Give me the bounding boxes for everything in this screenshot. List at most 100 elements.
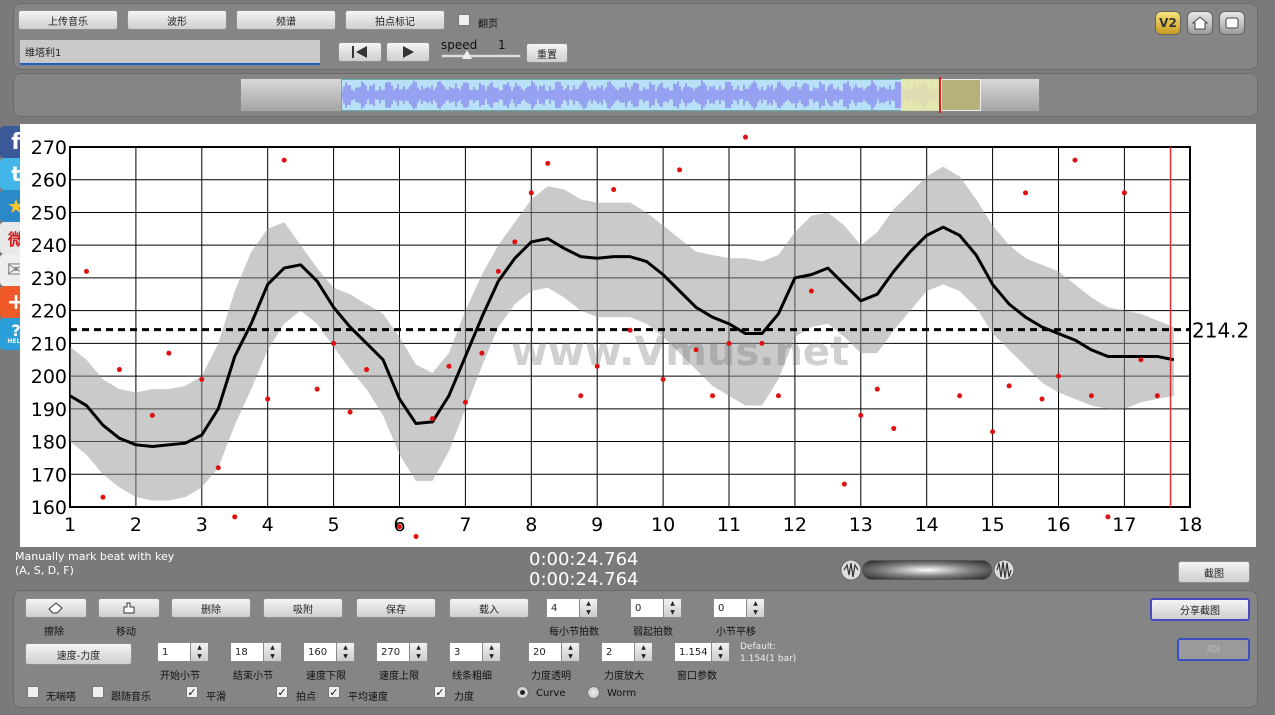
save-button[interactable]: 保存: [356, 598, 436, 618]
waveform-graphic: [342, 80, 939, 110]
x-tick-label: 7: [459, 514, 471, 536]
beat-point: [149, 412, 155, 418]
y-tick-label: 180: [31, 432, 67, 454]
dynamics-opacity-stepper[interactable]: 20 ▲ ▼: [528, 642, 580, 662]
x-tick-label: 12: [783, 514, 807, 536]
x-tick-label: 1: [64, 514, 76, 536]
spectrum-button[interactable]: 频谱: [236, 10, 336, 30]
follow-music-checkbox[interactable]: [92, 686, 104, 698]
waveform-button[interactable]: 波形: [127, 10, 227, 30]
average-tempo-label: 214.2: [1192, 319, 1249, 343]
load-button[interactable]: 载入: [449, 598, 529, 618]
x-tick-label: 4: [262, 514, 274, 536]
upload-music-button[interactable]: 上传音乐: [18, 10, 118, 30]
start-bar-label: 开始小节: [160, 671, 200, 682]
beat-point: [677, 167, 683, 173]
x-tick-label: 8: [525, 514, 537, 536]
flip-page-checkbox[interactable]: [458, 14, 470, 26]
beats-checkbox[interactable]: ✓: [276, 686, 288, 698]
volume-slider-track[interactable]: [862, 560, 992, 580]
average-tempo-label: 平均速度: [348, 692, 388, 703]
curve-radio[interactable]: [516, 686, 529, 699]
beat-point: [512, 239, 518, 245]
smooth-label: 平滑: [206, 692, 226, 703]
curve-label: Curve: [536, 688, 566, 699]
skip-back-button[interactable]: [338, 42, 382, 62]
beat-point: [83, 268, 89, 274]
play-button[interactable]: [386, 42, 430, 62]
waveform-selection[interactable]: [901, 79, 941, 111]
waveform-playhead[interactable]: [939, 77, 941, 113]
tempo-min-stepper[interactable]: 160 ▲ ▼: [303, 642, 355, 662]
delete-button[interactable]: 删除: [171, 598, 251, 618]
waveform-track[interactable]: [240, 77, 1040, 113]
tempo-max-stepper[interactable]: 270 ▲ ▼: [376, 642, 428, 662]
y-tick-label: 200: [31, 366, 67, 388]
track-title-field[interactable]: 维塔利1: [20, 40, 320, 65]
home-icon[interactable]: [1187, 11, 1213, 35]
waveform-loop-region[interactable]: [941, 79, 981, 111]
move-button[interactable]: [98, 598, 160, 618]
y-tick-label: 170: [31, 464, 67, 486]
start-bar-stepper[interactable]: 1 ▲ ▼: [157, 642, 209, 662]
waveform-path: [342, 80, 939, 110]
beat-point: [166, 350, 172, 356]
waveform-view-window[interactable]: [341, 79, 941, 111]
y-tick-label: 250: [31, 202, 67, 224]
beat-point: [265, 396, 271, 402]
no-click-checkbox[interactable]: [27, 686, 39, 698]
window-param-stepper[interactable]: 1.154 ▲ ▼: [674, 642, 730, 662]
pickup-beats-label: 弱起拍数: [633, 627, 673, 638]
x-tick-label: 18: [1178, 514, 1202, 536]
x-tick-label: 3: [196, 514, 208, 536]
mark-beat-button[interactable]: 拍点标记: [345, 10, 445, 30]
line-width-label: 线条粗细: [452, 671, 492, 682]
beat-point: [660, 376, 666, 382]
reset-button[interactable]: 重置: [526, 43, 568, 63]
beats-per-bar-stepper[interactable]: 4 ▲ ▼: [546, 598, 598, 618]
v2-logo-icon[interactable]: V2: [1155, 11, 1181, 35]
skip-back-icon: [352, 46, 367, 58]
end-bar-stepper[interactable]: 18 ▲ ▼: [230, 642, 282, 662]
beat-point: [397, 524, 402, 530]
beat-point: [331, 340, 337, 346]
dynamics-checkbox[interactable]: ✓: [434, 686, 446, 698]
beat-point: [429, 416, 435, 422]
snap-button[interactable]: 吸附: [263, 598, 343, 618]
ioi-button[interactable]: IOI: [1177, 638, 1250, 661]
beat-point: [100, 494, 106, 500]
eraser-icon: [48, 602, 63, 614]
beat-point: [858, 412, 864, 418]
beat-point: [528, 190, 534, 196]
speed-slider[interactable]: [441, 50, 521, 59]
x-tick-label: 2: [130, 514, 142, 536]
volume-control[interactable]: [840, 557, 1015, 583]
tempo-dynamics-button[interactable]: 速度-力度: [25, 643, 132, 665]
average-tempo-checkbox[interactable]: ✓: [328, 686, 340, 698]
screenshot-button[interactable]: 截图: [1178, 561, 1250, 583]
fullscreen-icon[interactable]: [1219, 11, 1245, 35]
tempo-chart[interactable]: 1601701801902002102202302402502602701 2 3 4…: [0, 120, 1255, 550]
worm-radio[interactable]: [587, 686, 600, 699]
pickup-beats-stepper[interactable]: 0 ▲ ▼: [630, 598, 682, 618]
beat-point: [775, 393, 781, 399]
line-width-stepper[interactable]: 3 ▲ ▼: [449, 642, 501, 662]
waveform-small-icon: [840, 559, 862, 581]
bar-shift-stepper[interactable]: 0 ▲ ▼: [713, 598, 765, 618]
x-tick-label: 10: [651, 514, 675, 536]
beat-point: [215, 465, 221, 471]
y-tick-label: 260: [31, 170, 67, 192]
worm-label: Worm: [607, 688, 637, 699]
x-tick-label: 14: [915, 514, 939, 536]
dynamics-scale-stepper[interactable]: 2 ▲ ▼: [601, 642, 653, 662]
beat-point: [116, 367, 122, 373]
smooth-checkbox[interactable]: ✓: [186, 686, 198, 698]
erase-button[interactable]: [25, 598, 87, 618]
share-screenshot-button[interactable]: 分享截图: [1150, 598, 1250, 621]
dynamics-label: 力度: [454, 692, 474, 703]
beat-point: [1056, 373, 1061, 379]
beat-point: [759, 340, 765, 346]
beat-point: [627, 327, 633, 333]
move-hand-icon: [123, 602, 135, 614]
speed-slider-thumb[interactable]: [462, 50, 472, 59]
